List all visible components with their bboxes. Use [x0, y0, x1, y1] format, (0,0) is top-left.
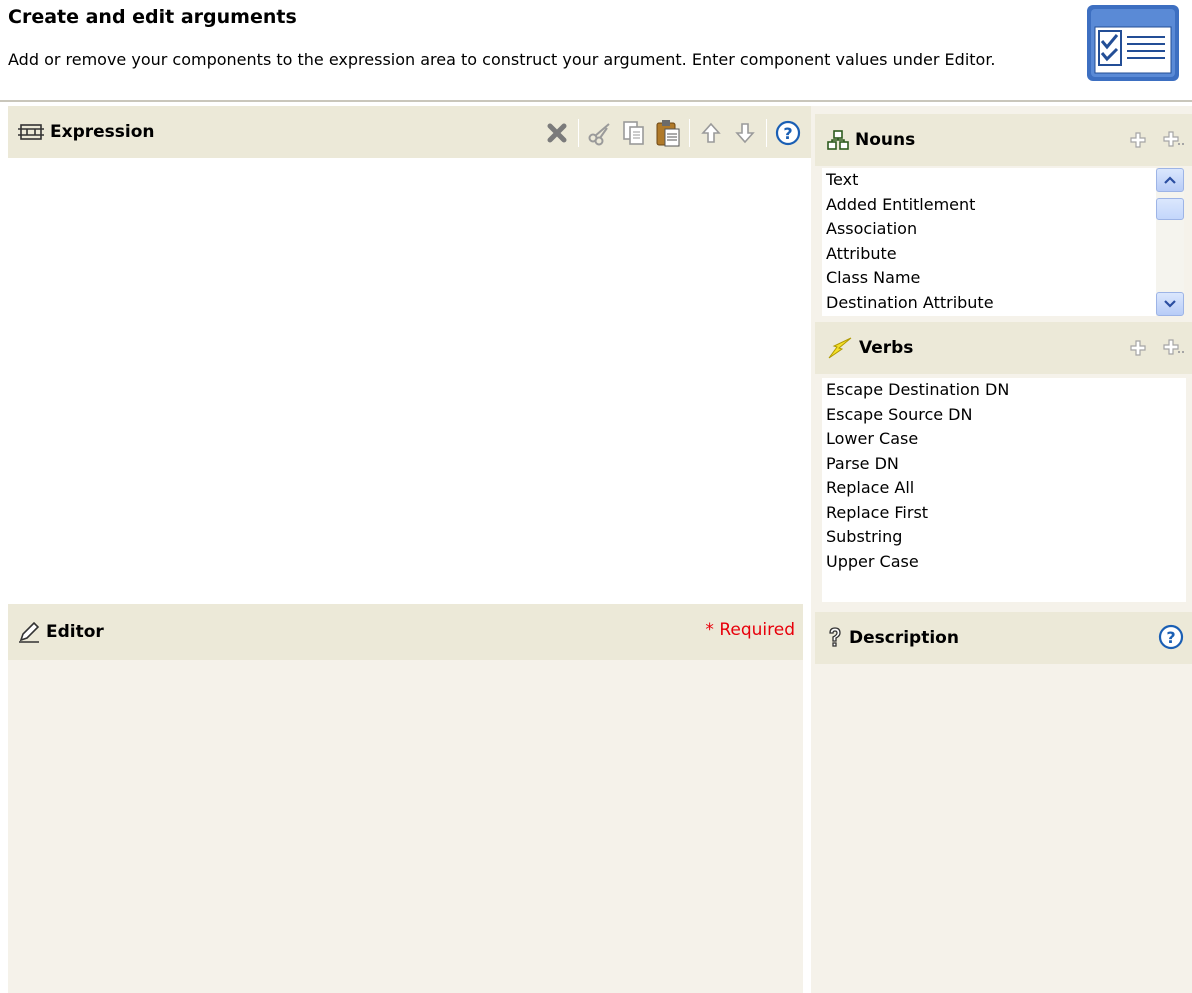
editor-panel-header: Editor * Required: [8, 604, 803, 660]
verb-item[interactable]: Replace All: [822, 476, 1186, 501]
required-label: * Required: [705, 620, 795, 640]
add-verb-icon[interactable]: [1126, 336, 1150, 360]
noun-item[interactable]: Text: [822, 168, 1156, 193]
scrollbar-thumb[interactable]: [1156, 198, 1184, 220]
noun-item[interactable]: Attribute: [822, 242, 1156, 267]
editor-title: Editor: [46, 622, 104, 642]
svg-text:?: ?: [783, 124, 792, 143]
page-description: Add or remove your components to the exp…: [8, 50, 996, 69]
expression-title: Expression: [50, 122, 155, 142]
noun-item[interactable]: Class Name: [822, 266, 1156, 291]
move-down-button[interactable]: [728, 118, 762, 148]
verb-item[interactable]: Substring: [822, 525, 1186, 550]
help-button[interactable]: ?: [771, 118, 805, 148]
nouns-list[interactable]: Text Added Entitlement Association Attri…: [822, 168, 1156, 316]
verbs-panel-header: Verbs: [815, 322, 1192, 374]
verb-item[interactable]: Escape Destination DN: [822, 378, 1186, 403]
question-mark-icon: [827, 627, 843, 649]
move-up-button[interactable]: [694, 118, 728, 148]
delete-button[interactable]: [540, 118, 574, 148]
verb-item[interactable]: Parse DN: [822, 452, 1186, 477]
toolbar-separator: [689, 119, 690, 147]
cut-button[interactable]: [583, 118, 617, 148]
verbs-list[interactable]: Escape Destination DN Escape Source DN L…: [822, 378, 1186, 602]
editor-area: [8, 660, 803, 993]
header-divider: [0, 100, 1192, 103]
lightning-icon: [827, 336, 853, 360]
description-area: [815, 664, 1192, 993]
nouns-scrollbar[interactable]: [1156, 168, 1184, 316]
pencil-icon: [18, 621, 40, 643]
description-panel-header: Description ?: [815, 612, 1192, 664]
toolbar-separator: [766, 119, 767, 147]
expression-area[interactable]: [8, 158, 803, 604]
nouns-icon: [827, 130, 849, 150]
nouns-title: Nouns: [855, 130, 916, 150]
svg-text:?: ?: [1166, 628, 1175, 647]
verb-item[interactable]: Lower Case: [822, 427, 1186, 452]
add-verb-multiple-icon[interactable]: [1162, 336, 1186, 360]
verb-item[interactable]: Upper Case: [822, 550, 1186, 575]
description-help-button[interactable]: ?: [1158, 624, 1184, 654]
description-title: Description: [849, 628, 959, 648]
expression-icon: [18, 122, 44, 142]
toolbar-separator: [578, 119, 579, 147]
nouns-panel-header: Nouns: [815, 114, 1192, 166]
add-noun-multiple-icon[interactable]: [1162, 128, 1186, 152]
checklist-icon: [1085, 3, 1181, 83]
page-title: Create and edit arguments: [8, 6, 297, 28]
scroll-up-button[interactable]: [1156, 168, 1184, 192]
verb-item[interactable]: Replace First: [822, 501, 1186, 526]
verbs-title: Verbs: [859, 338, 914, 358]
add-noun-icon[interactable]: [1126, 128, 1150, 152]
noun-item[interactable]: Added Entitlement: [822, 193, 1156, 218]
noun-item[interactable]: Destination Attribute: [822, 291, 1156, 316]
paste-button[interactable]: [651, 118, 685, 148]
expression-toolbar: ?: [540, 118, 805, 148]
noun-item[interactable]: Association: [822, 217, 1156, 242]
expression-panel-header: Expression ?: [8, 106, 811, 158]
copy-button[interactable]: [617, 118, 651, 148]
scroll-down-button[interactable]: [1156, 292, 1184, 316]
verb-item[interactable]: Escape Source DN: [822, 403, 1186, 428]
